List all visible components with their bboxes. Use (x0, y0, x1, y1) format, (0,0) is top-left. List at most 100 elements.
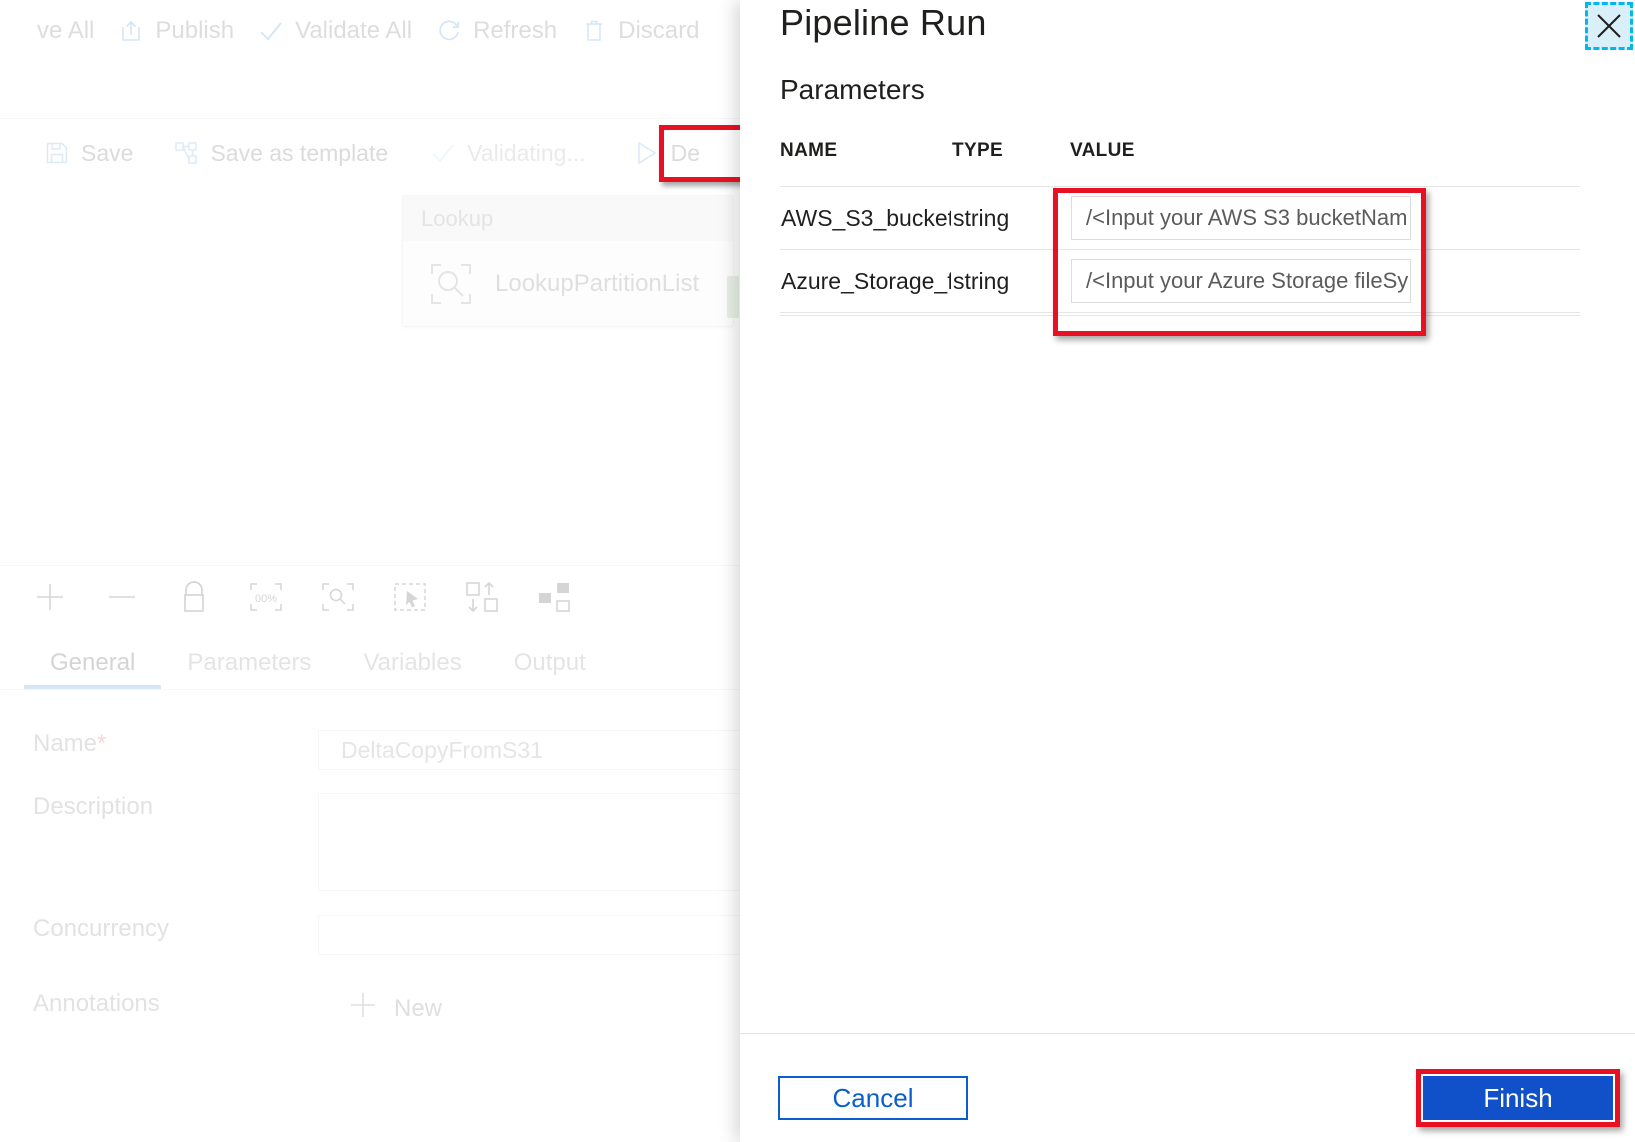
save-as-template-button[interactable]: Save as template (147, 120, 402, 186)
description-textarea[interactable] (318, 793, 760, 891)
table-row: Azure_Storage_fi string /<Input your Azu… (780, 249, 1580, 313)
pipeline-action-toolbar: Save Save as template Validating... De (0, 118, 760, 188)
parameter-type-cell: string (952, 186, 1070, 250)
column-header-value: VALUE (1070, 140, 1135, 161)
validating-status: Validating... (402, 120, 599, 186)
parameter-name-text: Azure_Storage_fi (781, 267, 951, 294)
parameter-type-text: string (953, 267, 1010, 294)
trash-icon (581, 18, 607, 44)
validating-label: Validating... (467, 139, 586, 166)
table-bottom-rule (780, 312, 1580, 316)
column-header-name: NAME (780, 140, 838, 161)
floppy-save-icon (44, 140, 70, 166)
parameter-value-input[interactable]: /<Input your AWS S3 bucketNam (1071, 196, 1411, 240)
name-field-wrap: DeltaCopyFromS31 (318, 730, 760, 770)
publish-upload-icon (118, 18, 144, 44)
parameter-value-cell: /<Input your Azure Storage fileSy (1070, 249, 1580, 313)
footer-divider (740, 1033, 1635, 1034)
annotations-label: Annotations (33, 990, 160, 1017)
lock-icon[interactable] (174, 577, 214, 617)
save-button[interactable]: Save (0, 120, 147, 186)
zoom-out-minus-icon[interactable] (102, 577, 142, 617)
general-settings-form: Name* DeltaCopyFromS31 Description Concu… (0, 700, 760, 1142)
refresh-button[interactable]: Refresh (424, 0, 569, 62)
tab-variables[interactable]: Variables (337, 649, 487, 689)
activity-node-lookup[interactable]: Lookup LookupPartitionList (402, 195, 739, 327)
form-row-annotations: Annotations New (0, 990, 760, 1027)
panel-title: Pipeline Run (780, 2, 987, 43)
concurrency-field-wrap (318, 915, 760, 955)
form-row-concurrency: Concurrency (0, 915, 760, 955)
save-all-icon (0, 18, 26, 44)
tab-output-label: Output (513, 649, 586, 676)
concurrency-input[interactable] (318, 915, 760, 955)
table-row: AWS_S3_bucketN string /<Input your AWS S… (780, 186, 1580, 250)
refresh-label: Refresh (473, 17, 558, 44)
svg-text:00%: 00% (255, 593, 277, 605)
activity-node-type: Lookup (403, 196, 733, 241)
publish-button[interactable]: Publish (106, 0, 246, 62)
activity-node-name: LookupPartitionList (495, 269, 700, 297)
top-command-bar: ve All Publish Validate All Refresh Disc… (0, 0, 760, 62)
publish-label: Publish (155, 17, 235, 44)
auto-align-icon[interactable] (462, 577, 502, 617)
tab-general[interactable]: General (24, 649, 162, 689)
checkmark-icon (430, 140, 456, 166)
validate-all-label: Validate All (295, 17, 413, 44)
name-input[interactable]: DeltaCopyFromS31 (318, 730, 760, 770)
zoom-100-percent-icon[interactable]: 00% (246, 577, 286, 617)
column-header-type: TYPE (952, 140, 1004, 161)
save-all-button[interactable]: ve All (0, 0, 106, 62)
tab-output[interactable]: Output (488, 649, 612, 689)
activity-node-body: LookupPartitionList (403, 241, 733, 326)
plus-icon (348, 990, 378, 1027)
zoom-in-plus-icon[interactable] (30, 577, 70, 617)
parameters-table: NAME TYPE VALUE AWS_S3_bucketN string /<… (780, 140, 1580, 316)
description-field-wrap (318, 793, 760, 891)
lookup-magnifier-icon (429, 262, 473, 306)
template-share-icon (173, 140, 199, 166)
discard-label: Discard (618, 17, 700, 44)
required-asterisk: * (97, 730, 107, 757)
tab-variables-label: Variables (363, 649, 462, 676)
save-all-label: ve All (37, 17, 95, 44)
play-triangle-icon (634, 140, 660, 166)
finish-button[interactable]: Finish (1423, 1076, 1613, 1120)
form-row-name: Name* DeltaCopyFromS31 (0, 730, 760, 770)
description-label: Description (33, 793, 154, 820)
annotations-new-button[interactable]: New (318, 990, 760, 1027)
annotations-field-wrap: New (318, 990, 760, 1027)
parameter-name-cell: AWS_S3_bucketN (780, 186, 952, 250)
annotations-new-label: New (394, 994, 443, 1022)
parameter-value-input[interactable]: /<Input your Azure Storage fileSy (1071, 259, 1411, 303)
marquee-select-icon[interactable] (390, 577, 430, 617)
parameter-name-text: AWS_S3_bucketN (781, 204, 951, 231)
zoom-to-fit-icon[interactable] (318, 577, 358, 617)
canvas-tool-strip: 00% (0, 565, 760, 628)
background-app-canvas: ve All Publish Validate All Refresh Disc… (0, 0, 760, 1142)
close-icon[interactable] (1585, 2, 1633, 50)
cancel-button[interactable]: Cancel (778, 1076, 968, 1120)
layout-nodes-icon[interactable] (534, 577, 574, 617)
save-label: Save (81, 139, 134, 166)
parameter-type-cell: string (952, 249, 1070, 313)
concurrency-label: Concurrency (33, 915, 170, 942)
properties-tab-strip: General Parameters Variables Output (0, 627, 760, 690)
activity-node-status-marker (727, 276, 739, 318)
discard-button[interactable]: Discard (569, 0, 711, 62)
parameter-value-cell: /<Input your AWS S3 bucketNam (1070, 186, 1580, 250)
tab-parameters-label: Parameters (187, 649, 312, 676)
tab-general-label: General (50, 649, 136, 676)
tab-parameters[interactable]: Parameters (161, 649, 337, 689)
parameter-type-text: string (953, 204, 1010, 231)
validate-all-button[interactable]: Validate All (246, 0, 424, 62)
checkmark-icon (258, 18, 284, 44)
name-label-text: Name (33, 730, 98, 757)
name-label: Name* (0, 730, 318, 770)
parameter-name-cell: Azure_Storage_fi (780, 249, 952, 313)
save-as-template-label: Save as template (210, 139, 389, 166)
pipeline-canvas[interactable]: Lookup LookupPartitionList (0, 187, 760, 565)
parameters-section-title: Parameters (780, 74, 925, 105)
table-header-row: NAME TYPE VALUE (780, 140, 1580, 187)
pipeline-run-panel: Pipeline Run Parameters NAME TYPE VALUE … (740, 0, 1635, 1142)
